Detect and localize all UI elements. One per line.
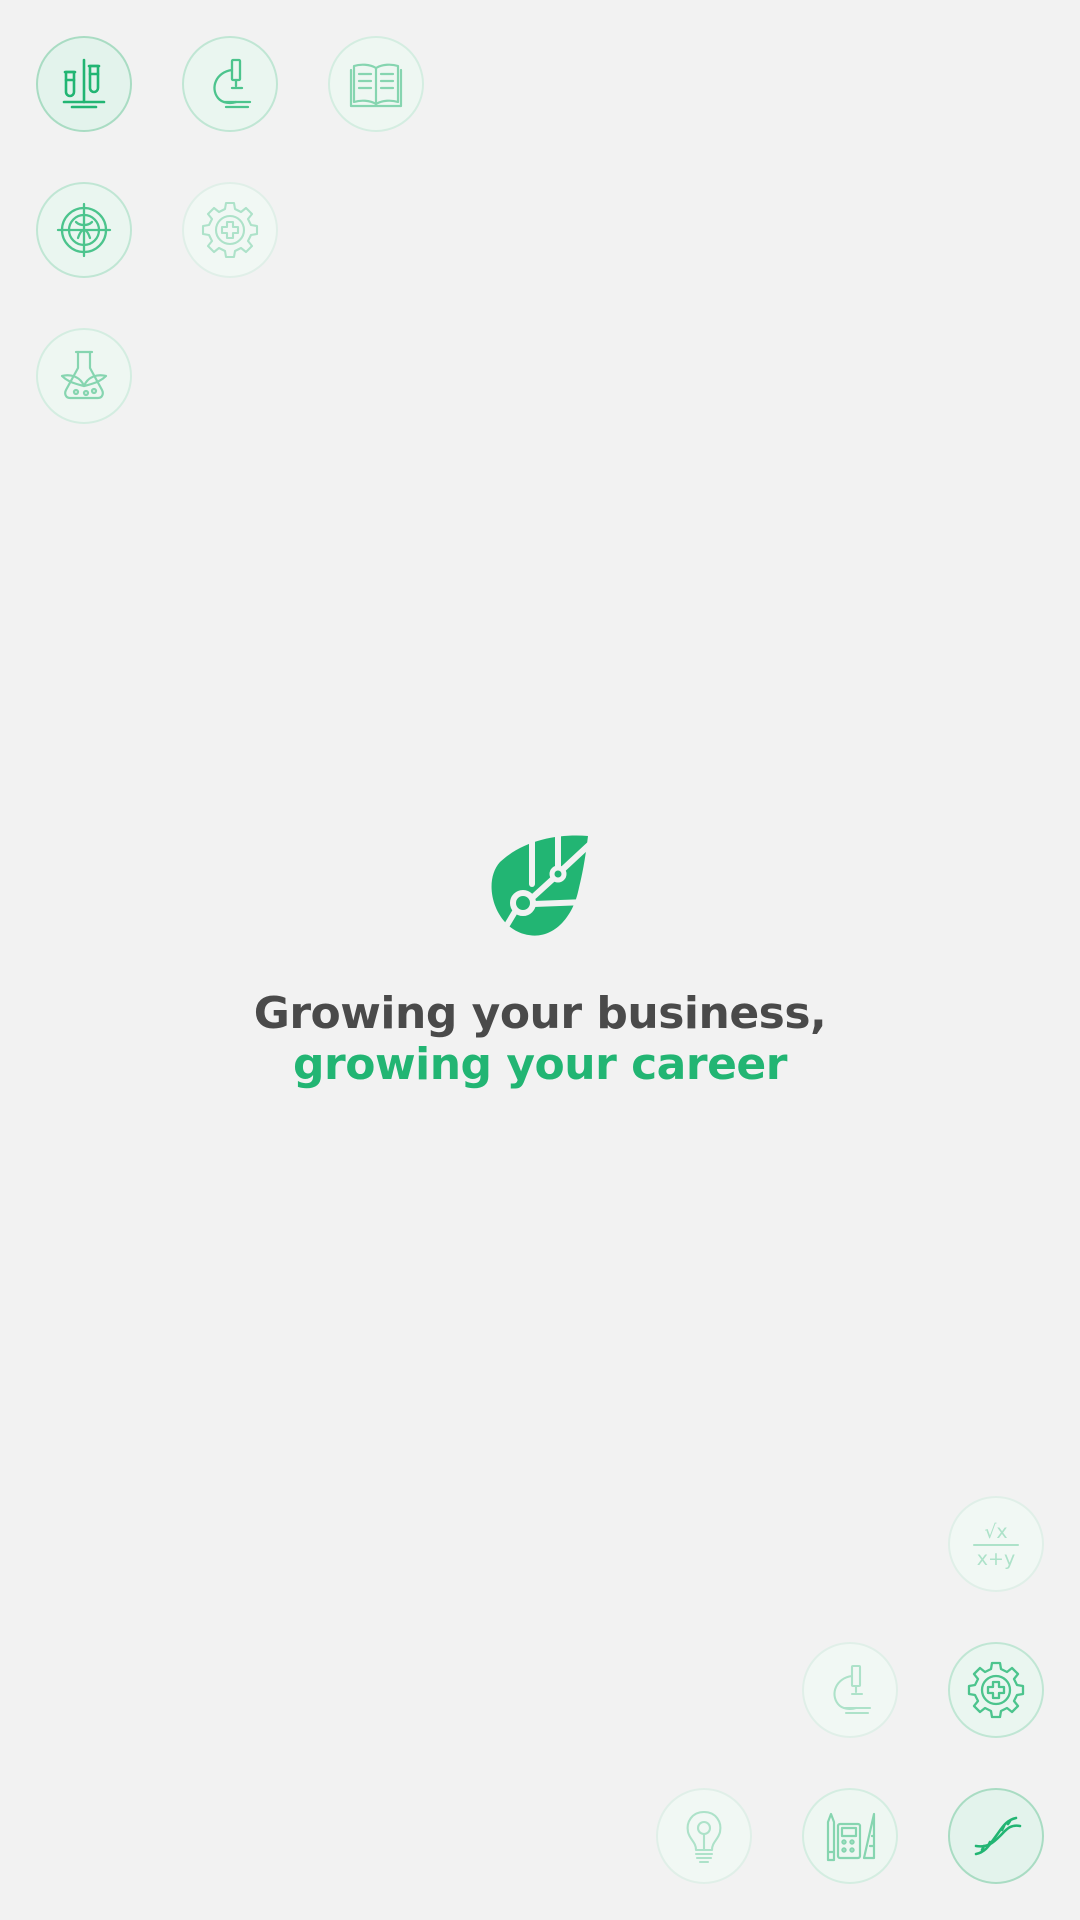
plant-flask-icon — [36, 328, 132, 424]
open-book-icon — [328, 36, 424, 132]
headline-line-2: growing your career — [293, 1039, 787, 1090]
microscope-icon — [182, 36, 278, 132]
microscope-icon — [802, 1642, 898, 1738]
test-tubes-icon — [36, 36, 132, 132]
leaf-circuit-logo — [489, 832, 593, 952]
dna-icon — [948, 1788, 1044, 1884]
virus-target-icon — [36, 182, 132, 278]
math-formula-bottom: x+y — [977, 1548, 1015, 1570]
medical-gear-icon — [182, 182, 278, 278]
medical-gear-icon — [948, 1642, 1044, 1738]
calculator-ruler-pencil-icon — [802, 1788, 898, 1884]
math-formula-icon: √x x+y — [948, 1496, 1044, 1592]
math-formula-top: √x — [984, 1521, 1007, 1543]
headline-line-1: Growing your business, — [253, 988, 827, 1039]
lightbulb-idea-icon — [656, 1788, 752, 1884]
